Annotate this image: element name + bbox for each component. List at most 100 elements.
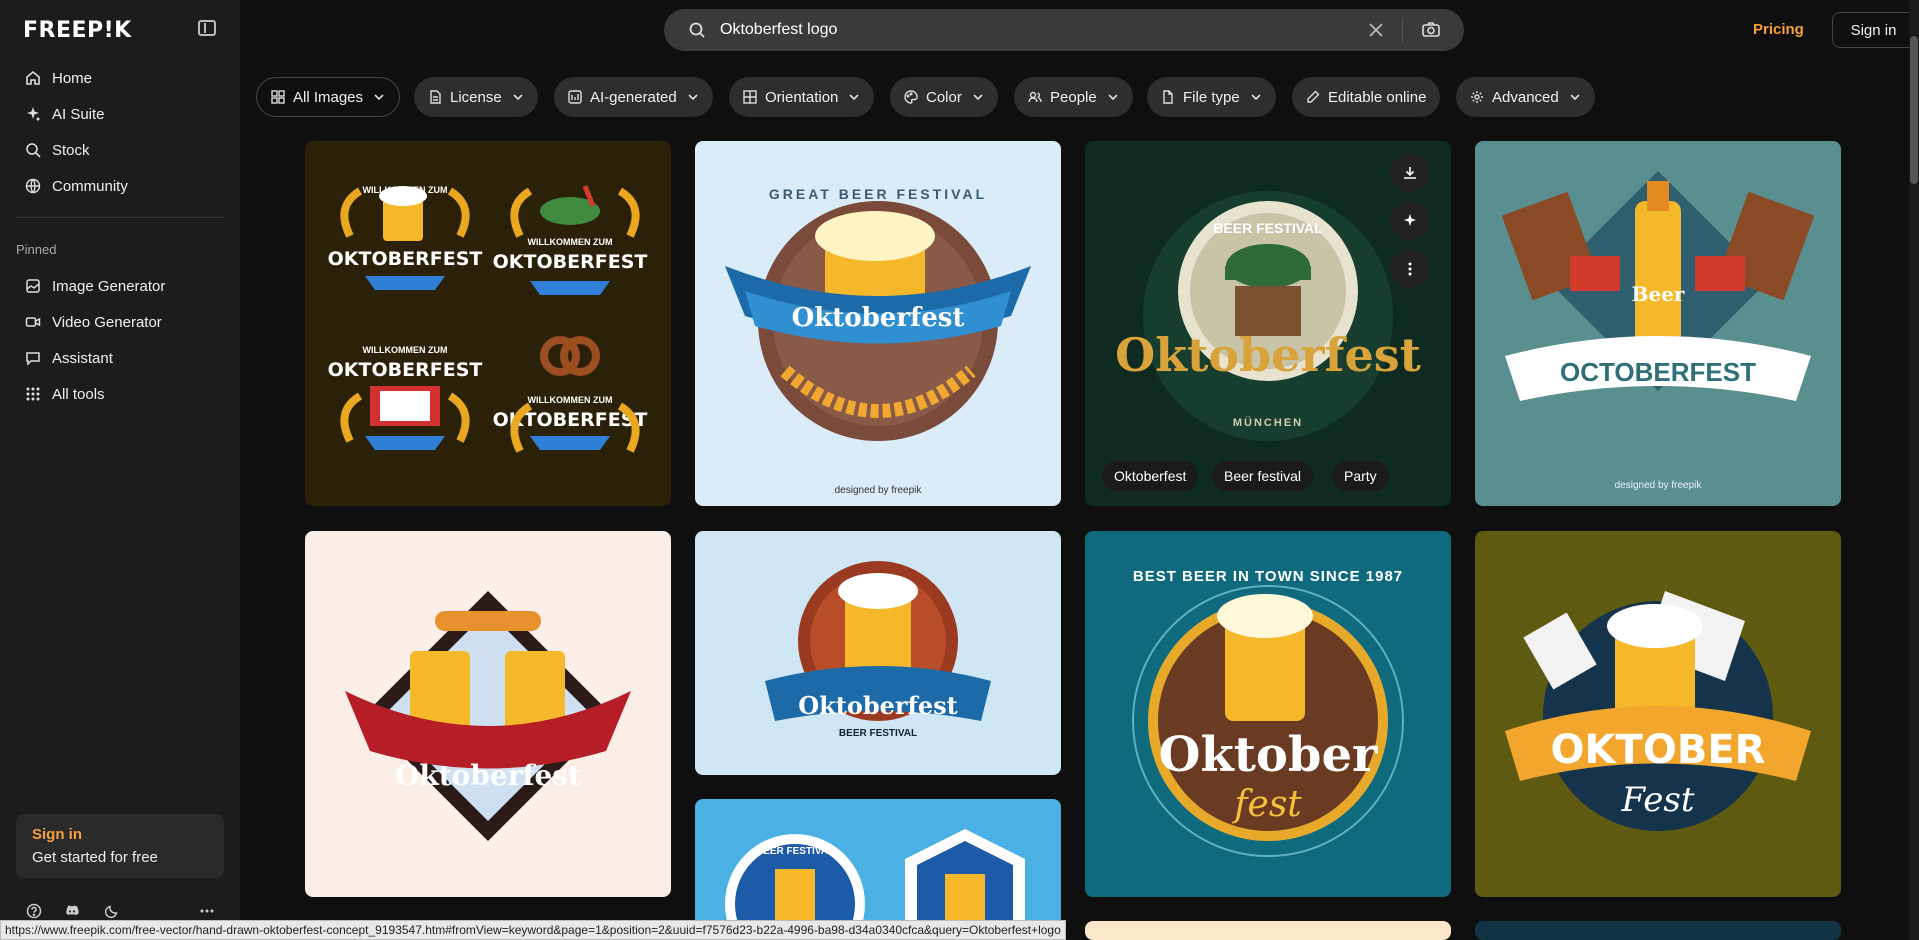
globe-icon (24, 177, 42, 195)
result-card[interactable]: WILLKOMMEN ZUM OKTOBERFEST WILLKOMMEN ZU… (305, 141, 671, 506)
card-text: designed by freepik (835, 485, 923, 496)
file-icon (1161, 90, 1175, 104)
card-text: OKTOBERFEST (328, 359, 483, 381)
result-card[interactable]: Oktoberfest (305, 531, 671, 897)
sidebar-item-label: All tools (52, 385, 105, 403)
sidebar-item-ai-suite[interactable]: AI Suite (16, 96, 224, 132)
help-icon[interactable] (24, 901, 44, 921)
result-card[interactable]: Oktoberfest GREAT BEER FESTIVAL designed… (695, 141, 1061, 506)
signin-button[interactable]: Sign in (1832, 12, 1915, 48)
card-text: WILLKOMMEN ZUM (528, 237, 613, 247)
filter-editable-online[interactable]: Editable online (1292, 77, 1441, 117)
filter-color[interactable]: Color (890, 77, 998, 117)
sidebar-item-all-tools[interactable]: All tools (16, 376, 224, 412)
search-icon (688, 21, 706, 39)
filter-advanced[interactable]: Advanced (1456, 77, 1595, 117)
sidebar-collapse-icon[interactable] (198, 20, 216, 36)
filter-label: Advanced (1492, 88, 1559, 106)
filter-label: AI-generated (590, 88, 677, 106)
result-card[interactable]: BEER FESTIVAL Oktoberfest MÜNCHEN Oktobe… (1085, 141, 1451, 506)
signin-card[interactable]: Sign in Get started for free (16, 814, 224, 878)
pricing-link[interactable]: Pricing (1753, 21, 1804, 38)
sidebar-item-label: Home (52, 69, 93, 87)
search-icon (24, 141, 42, 159)
chevron-down-icon (848, 91, 860, 103)
freepik-app: FREEP!K Home AI Suite Stock Community Pi… (0, 0, 1919, 940)
tag-chip[interactable]: Party (1332, 461, 1389, 491)
sidebar-item-video-generator[interactable]: Video Generator (16, 304, 224, 340)
sidebar-item-label: Image Generator (52, 277, 166, 295)
palette-icon (904, 90, 918, 104)
card-text: Oktoberfest (395, 759, 581, 792)
result-image: BEER FESTIVAL Oktoberfest MÜNCHEN (1085, 141, 1451, 506)
card-text: WILLKOMMEN ZUM (528, 395, 613, 405)
card-text: WILLKOMMEN ZUM (363, 185, 448, 195)
result-image: Beer OCTOBERFEST designed by freepik (1475, 141, 1841, 506)
discord-icon[interactable] (62, 901, 82, 921)
card-text: designed by freepik (1615, 480, 1703, 491)
card-text: OCTOBERFEST (1560, 357, 1756, 387)
filter-orientation[interactable]: Orientation (729, 77, 875, 117)
sidebar-item-community[interactable]: Community (16, 168, 224, 204)
more-options-icon[interactable] (1390, 249, 1430, 289)
sidebar-item-stock[interactable]: Stock (16, 132, 224, 168)
filter-label: Orientation (765, 88, 839, 106)
card-text: Beer (1632, 282, 1685, 306)
search-bar (664, 9, 1464, 51)
result-card[interactable]: Oktoberfest BEER FESTIVAL (695, 531, 1061, 775)
card-text: Oktoberfest (792, 303, 965, 333)
orientation-icon (743, 90, 757, 104)
result-image: BEER FESTIVAL (695, 799, 1061, 920)
video-icon (24, 313, 42, 331)
filter-license[interactable]: License (414, 77, 538, 117)
pen-icon (1306, 90, 1320, 104)
result-card[interactable]: BEER FESTIVAL (695, 799, 1061, 920)
result-card[interactable] (1475, 921, 1841, 940)
card-text: WILLKOMMEN ZUM (363, 345, 448, 355)
card-text: fest (1231, 784, 1302, 825)
chat-icon (24, 349, 42, 367)
main-nav: Home AI Suite Stock Community (16, 60, 224, 204)
result-image: Oktoberfest BEER FESTIVAL (695, 531, 1061, 775)
sidebar-item-label: Assistant (52, 349, 113, 367)
grid-icon (24, 385, 42, 403)
tag-chip[interactable]: Beer festival (1212, 461, 1314, 491)
sidebar: FREEP!K Home AI Suite Stock Community Pi… (0, 0, 240, 940)
card-text: Oktober (1159, 727, 1378, 783)
card-text: Oktoberfest (1115, 328, 1421, 382)
filter-ai-generated[interactable]: AI-generated (554, 77, 713, 117)
settings-icon (1470, 90, 1484, 104)
filter-label: Color (926, 88, 962, 106)
sidebar-item-home[interactable]: Home (16, 60, 224, 96)
pinned-nav: Image Generator Video Generator Assistan… (16, 268, 224, 412)
sidebar-item-assistant[interactable]: Assistant (16, 340, 224, 376)
card-text: BEER FESTIVAL (839, 728, 917, 739)
filter-label: File type (1183, 88, 1240, 106)
result-image: Oktoberfest GREAT BEER FESTIVAL designed… (695, 141, 1061, 506)
clear-search-icon[interactable] (1366, 20, 1386, 40)
chevron-down-icon (972, 91, 984, 103)
result-image: BEST BEER IN TOWN SINCE 1987 Oktober fes… (1085, 531, 1451, 897)
moon-icon[interactable] (102, 901, 122, 921)
more-icon[interactable] (197, 901, 217, 921)
tag-chip[interactable]: Oktoberfest (1102, 461, 1199, 491)
freepik-logo[interactable]: FREEP!K (23, 18, 132, 43)
card-text: BEER FESTIVAL (1213, 220, 1323, 236)
result-card[interactable]: OKTOBER Fest (1475, 531, 1841, 897)
search-input[interactable] (720, 17, 1360, 43)
people-icon (1028, 90, 1042, 104)
filter-file-type[interactable]: File type (1147, 77, 1276, 117)
result-card[interactable]: Beer OCTOBERFEST designed by freepik (1475, 141, 1841, 506)
download-icon[interactable] (1390, 153, 1430, 193)
sidebar-item-image-generator[interactable]: Image Generator (16, 268, 224, 304)
result-card[interactable] (1085, 921, 1451, 940)
result-image: WILLKOMMEN ZUM OKTOBERFEST WILLKOMMEN ZU… (305, 141, 671, 506)
filter-people[interactable]: People (1014, 77, 1133, 117)
signin-card-title: Sign in (32, 826, 82, 843)
sidebar-divider (16, 217, 224, 218)
result-card[interactable]: BEST BEER IN TOWN SINCE 1987 Oktober fes… (1085, 531, 1451, 897)
ai-edit-icon[interactable] (1390, 201, 1430, 241)
scrollbar-thumb[interactable] (1910, 36, 1918, 184)
filter-all-images[interactable]: All Images (256, 77, 401, 117)
camera-icon[interactable] (1421, 20, 1441, 40)
